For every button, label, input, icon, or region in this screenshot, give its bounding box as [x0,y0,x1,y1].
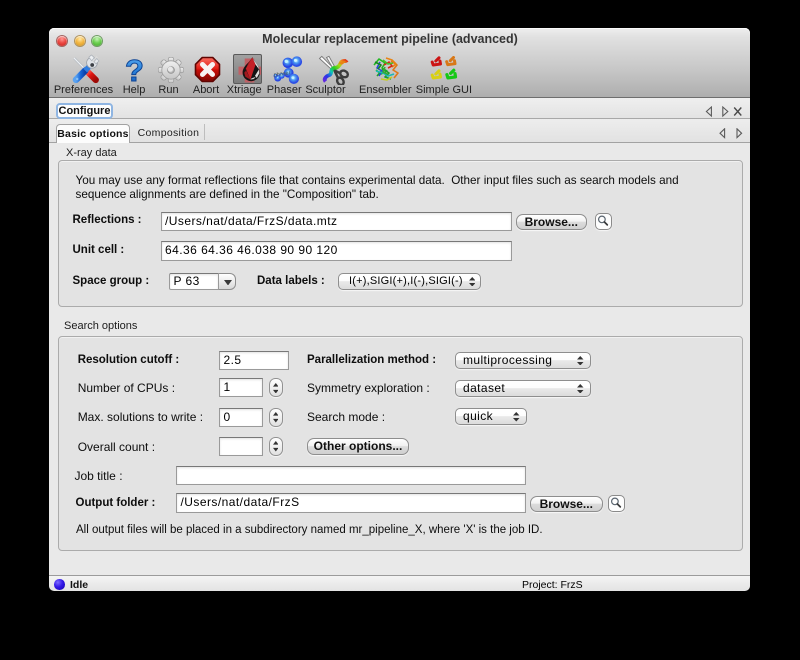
svg-text:?: ? [125,57,144,84]
